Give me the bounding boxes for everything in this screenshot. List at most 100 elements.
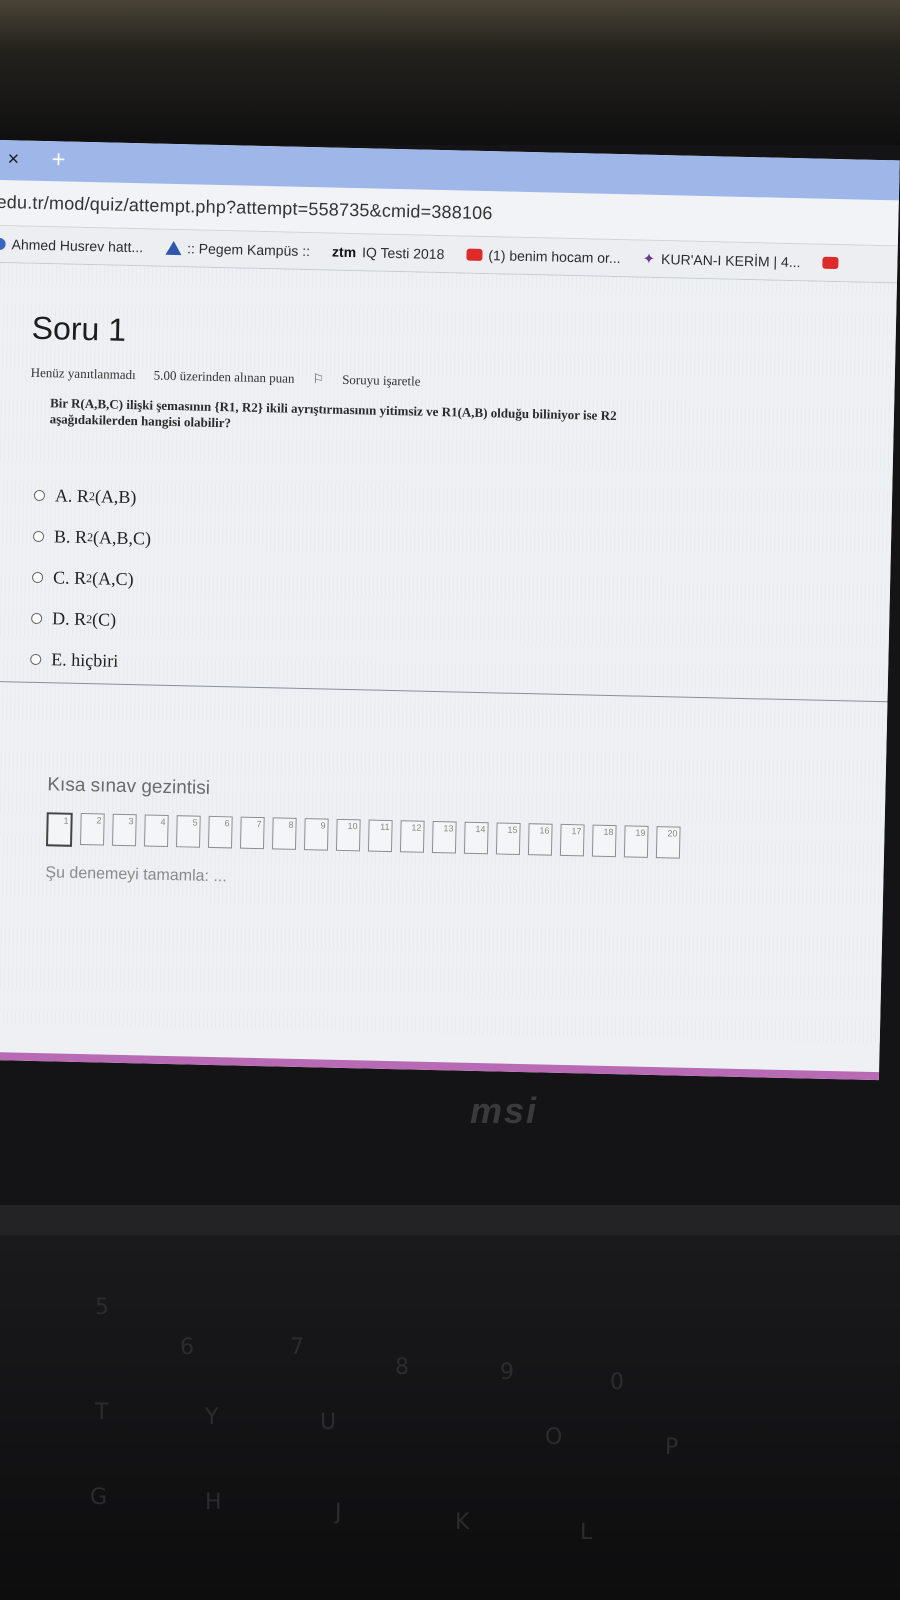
quiz-nav-button[interactable]: 6 [207, 815, 233, 849]
radio-button[interactable] [33, 489, 46, 502]
keyboard-key-icon: 7 [290, 1335, 304, 1360]
answer-attributes: (C) [91, 609, 117, 630]
answer-relation: R [73, 567, 87, 589]
keyboard-key-icon: O [545, 1425, 563, 1450]
quiz-nav-button[interactable]: 20 [655, 826, 681, 859]
quiz-nav-button[interactable]: 12 [399, 820, 425, 853]
quiz-nav-number: 13 [443, 823, 454, 834]
bookmark-label: KUR'AN-I KERİM | 4... [660, 251, 801, 271]
answer-relation: R [74, 526, 88, 548]
quiz-nav-number: 11 [380, 821, 390, 833]
quiz-nav-button[interactable]: 2 [80, 813, 105, 846]
bookmark-label: IQ Testi 2018 [361, 244, 445, 263]
quiz-nav-number: 8 [288, 819, 294, 830]
quiz-nav-button[interactable]: 14 [463, 821, 489, 855]
quiz-nav-button[interactable]: 4 [144, 814, 169, 847]
url-text[interactable]: edu.tr/mod/quiz/attempt.php?attempt=5587… [0, 192, 493, 224]
radio-button[interactable] [32, 530, 45, 543]
quiz-nav-button[interactable]: 8 [271, 817, 297, 850]
bookmark-youtube-more[interactable] [822, 256, 844, 270]
answer-letter: E. [51, 649, 67, 670]
bookmark-benim-hocam[interactable]: (1) benim hocam or... [466, 247, 621, 266]
flag-question-link[interactable]: ⚐ Soruyu işaretle [312, 371, 438, 390]
quiz-nav-button[interactable]: 7 [239, 816, 265, 850]
quiz-navigation-title: Kısa sınav gezintisi [47, 774, 211, 799]
keyboard-key-icon: Y [205, 1405, 219, 1430]
quiz-nav-button[interactable]: 3 [112, 813, 137, 847]
keyboard-key-icon: 6 [180, 1335, 194, 1360]
quiz-nav-button[interactable]: 5 [176, 815, 201, 848]
quiz-nav-number: 12 [411, 822, 422, 833]
quiz-nav-number: 5 [192, 817, 198, 828]
question-text: Bir R(A,B,C) ilişki şemasının {R1, R2} i… [49, 395, 617, 431]
answer-attributes: (A,B) [94, 486, 137, 508]
laptop-brand-logo: msi [470, 1090, 539, 1131]
close-tab-icon[interactable]: × [7, 148, 19, 171]
laptop-hinge [0, 1205, 900, 1235]
bookmark-label: Ahmed Husrev hatt... [11, 236, 144, 256]
keyboard-key-icon: 8 [395, 1355, 409, 1380]
quiz-nav-button[interactable]: 1 [45, 812, 73, 847]
quiz-nav-button[interactable]: 16 [527, 823, 553, 856]
new-tab-icon[interactable]: + [51, 146, 66, 174]
bookmark-kuran-i-kerim[interactable]: ✦ KUR'AN-I KERİM | 4... [642, 250, 800, 272]
keyboard-key-icon: U [320, 1410, 337, 1435]
quiz-nav-number: 6 [224, 818, 230, 829]
bookmark-label: (1) benim hocam or... [488, 247, 621, 267]
answer-attributes: (A,C) [91, 568, 134, 590]
atm-logo-icon: ztm [331, 243, 357, 261]
finish-attempt-link[interactable]: Şu denemeyi tamamla: ... [45, 864, 227, 886]
browser-window: × + edu.tr/mod/quiz/attempt.php?attempt=… [0, 140, 900, 1081]
answer-list: A. R 2 (A,B) B. R 2 (A,B,C) C. R 2 (A,C) D. R2… [30, 475, 892, 699]
answer-letter: D. [51, 608, 70, 629]
answer-relation: R [76, 485, 90, 507]
quiz-nav-number: 14 [475, 823, 486, 835]
quiz-navigation-grid: 1 2 3 4 5 6 7 8 9 10 11 12 13 14 15 16 17 18 19 20 [45, 812, 689, 861]
question-info: Henüz yanıtlanmadı 5.00 üzerinden alınan… [31, 365, 895, 401]
quiz-nav-button[interactable]: 10 [335, 818, 361, 852]
keyboard-key-icon: 5 [95, 1295, 109, 1320]
quiz-nav-button[interactable]: 9 [303, 818, 329, 851]
radio-button[interactable] [31, 571, 44, 584]
question-status: Henüz yanıtlanmadı [30, 364, 136, 383]
bookmark-ahmed-husrev[interactable]: Ahmed Husrev hatt... [0, 236, 143, 255]
quiz-nav-number: 20 [667, 828, 678, 839]
quiz-nav-button[interactable]: 18 [591, 824, 617, 858]
quiz-nav-button[interactable]: 17 [559, 823, 585, 857]
answer-relation: R [73, 608, 87, 630]
answer-letter: A. [54, 485, 73, 506]
youtube-icon [822, 256, 839, 270]
keyboard-key-icon: H [205, 1490, 222, 1515]
quiz-nav-button[interactable]: 13 [431, 820, 457, 854]
quiz-nav-number: 3 [128, 816, 134, 827]
quiz-nav-number: 7 [256, 818, 262, 830]
quiz-nav-number: 17 [571, 826, 582, 837]
answer-relation: hiçbiri [70, 649, 119, 671]
keyboard-key-icon: G [90, 1485, 108, 1510]
quiz-nav-number: 9 [320, 820, 326, 831]
pegem-logo-icon [164, 240, 182, 256]
keyboard-key-icon: 0 [610, 1370, 624, 1395]
keyboard-key-icon: T [95, 1400, 109, 1425]
bookmark-pegem-kampus[interactable]: :: Pegem Kampüs :: [164, 240, 310, 259]
answer-letter: C. [52, 567, 70, 588]
answer-letter: B. [53, 526, 71, 547]
quiz-nav-button[interactable]: 15 [495, 822, 521, 855]
book-icon: ✦ [642, 250, 656, 268]
radio-button[interactable] [30, 653, 42, 666]
flag-icon: ⚐ [312, 371, 325, 387]
keyboard-key-icon: P [665, 1435, 679, 1460]
quiz-nav-number: 16 [539, 825, 550, 836]
photo-background-top [0, 0, 900, 145]
quiz-nav-number: 19 [635, 827, 646, 838]
quiz-nav-button[interactable]: 11 [367, 819, 393, 853]
bookmark-iq-testi[interactable]: ztm IQ Testi 2018 [332, 244, 445, 263]
quiz-nav-button[interactable]: 19 [623, 825, 649, 858]
quiz-nav-number: 1 [63, 815, 69, 826]
keyboard-key-icon: J [335, 1500, 342, 1525]
radio-button[interactable] [31, 612, 43, 625]
question-points: 5.00 üzerinden alınan puan [153, 367, 295, 386]
quiz-nav-number: 4 [160, 816, 166, 827]
page-content: Soru 1 Henüz yanıtlanmadı 5.00 üzerinden… [0, 262, 897, 1044]
quiz-nav-number: 18 [603, 826, 614, 838]
